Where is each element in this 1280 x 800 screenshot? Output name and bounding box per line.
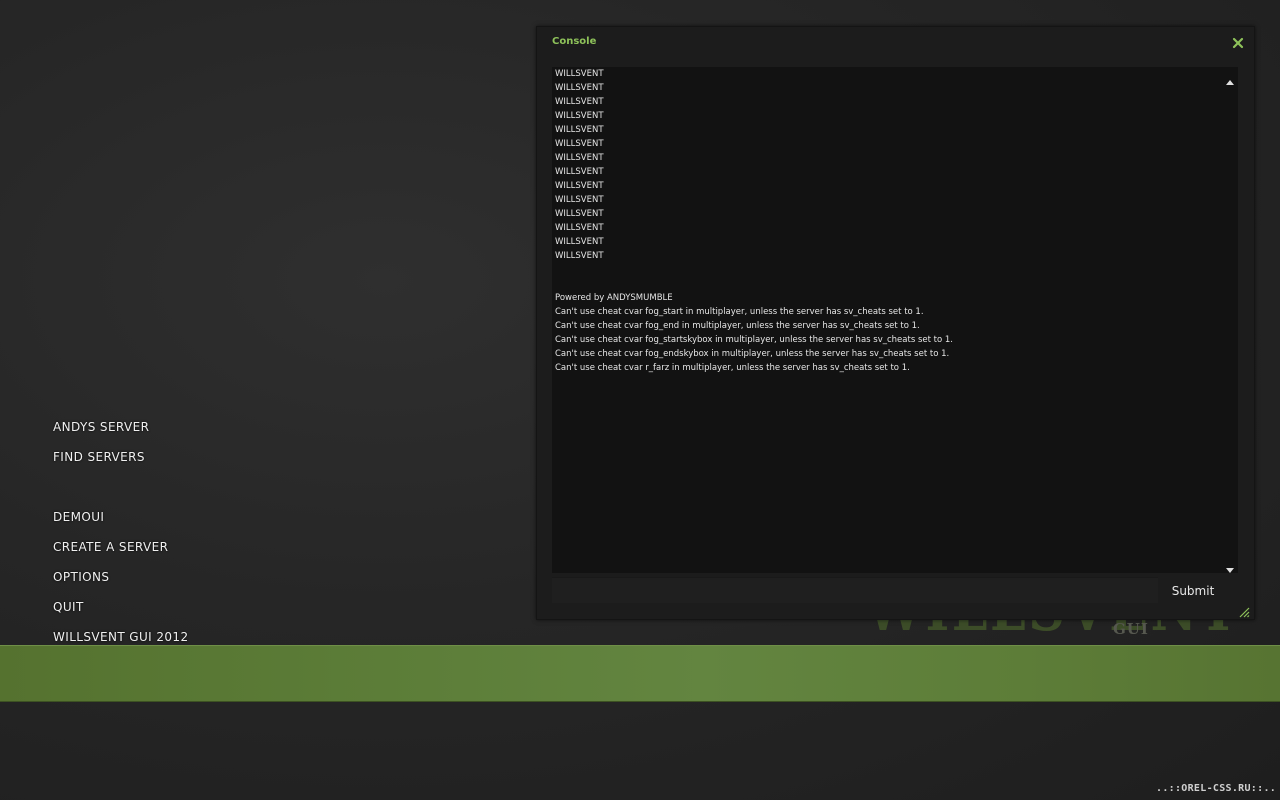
console-output: WILLSVENT WILLSVENT WILLSVENT WILLSVENT WILL… [552, 67, 1238, 573]
console-line: Can't use cheat cvar fog_endskybox in mu… [555, 349, 950, 359]
console-line: WILLSVENT [555, 97, 604, 107]
main-menu: ANDYS SERVER FIND SERVERS DEMOUI CREATE … [53, 0, 453, 660]
console-title: Console [552, 36, 597, 47]
console-line: Can't use cheat cvar r_farz in multiplay… [555, 363, 910, 373]
console-window: Console WILLSVENT WILLSVENT WILLSVENT WILLS… [536, 26, 1255, 620]
menu-item-andys-server[interactable]: ANDYS SERVER [53, 420, 149, 434]
resize-grip-icon[interactable] [1238, 603, 1250, 618]
menu-item-options[interactable]: OPTIONS [53, 570, 109, 584]
menu-item-demoui[interactable]: DEMOUI [53, 510, 104, 524]
console-line: WILLSVENT [555, 69, 604, 79]
console-lines-top: WILLSVENT WILLSVENT WILLSVENT WILLSVENT WILL… [555, 67, 1215, 263]
console-line: WILLSVENT [555, 223, 604, 233]
console-line: WILLSVENT [555, 181, 604, 191]
console-line: Can't use cheat cvar fog_startskybox in … [555, 335, 953, 345]
console-line: WILLSVENT [555, 237, 604, 247]
console-line: WILLSVENT [555, 167, 604, 177]
console-line: WILLSVENT [555, 251, 604, 261]
console-line: WILLSVENT [555, 125, 604, 135]
scroll-down-icon[interactable] [1225, 560, 1235, 573]
console-lines-bottom: Powered by ANDYSMUMBLE Can't use cheat cv… [555, 291, 1215, 375]
console-line: Powered by ANDYSMUMBLE [555, 293, 673, 303]
console-line: WILLSVENT [555, 209, 604, 219]
console-line: Can't use cheat cvar fog_end in multipla… [555, 321, 920, 331]
menu-item-quit[interactable]: QUIT [53, 600, 84, 614]
scroll-up-icon[interactable] [1225, 71, 1235, 85]
submit-button[interactable]: Submit [1162, 581, 1224, 601]
console-command-input[interactable] [552, 577, 1158, 603]
close-icon[interactable] [1231, 35, 1245, 49]
menu-item-create-server[interactable]: CREATE A SERVER [53, 540, 168, 554]
menu-item-gui-version[interactable]: WILLSVENT GUI 2012 [53, 630, 188, 644]
watermark-text: ..::OREL-CSS.RU::.. [1156, 783, 1277, 794]
console-line: WILLSVENT [555, 153, 604, 163]
bottom-green-bar [0, 645, 1280, 702]
console-line: Can't use cheat cvar fog_start in multip… [555, 307, 924, 317]
console-log: WILLSVENT WILLSVENT WILLSVENT WILLSVENT WILL… [555, 67, 1215, 375]
console-line: WILLSVENT [555, 83, 604, 93]
console-line: WILLSVENT [555, 195, 604, 205]
console-gap [555, 263, 1215, 291]
menu-item-find-servers[interactable]: FIND SERVERS [53, 450, 145, 464]
console-line: WILLSVENT [555, 139, 604, 149]
logo-subtitle: GUI [1113, 620, 1149, 638]
console-line: WILLSVENT [555, 111, 604, 121]
